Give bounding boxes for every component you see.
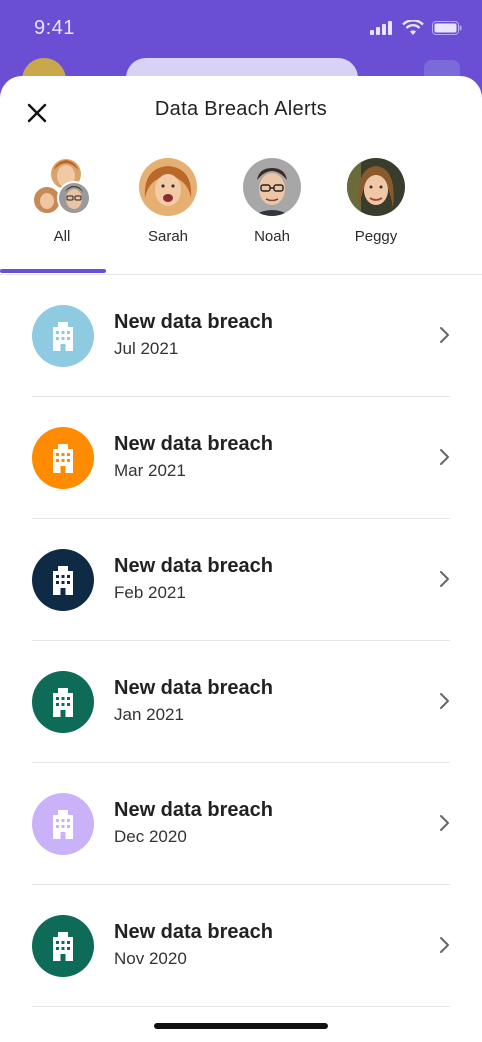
chevron-right-icon bbox=[436, 935, 452, 955]
battery-icon bbox=[432, 21, 462, 35]
signal-icon bbox=[370, 21, 392, 35]
tab-sarah[interactable]: Sarah bbox=[116, 152, 220, 270]
alert-date: Nov 2020 bbox=[114, 949, 187, 968]
alert-title: New data breach bbox=[114, 433, 273, 455]
alert-date: Feb 2021 bbox=[114, 583, 186, 602]
alert-icon-disc bbox=[32, 549, 94, 611]
alert-row[interactable]: New data breach Nov 2020 bbox=[0, 885, 482, 1007]
alert-date: Mar 2021 bbox=[114, 461, 186, 480]
alert-title: New data breach bbox=[114, 799, 273, 821]
tab-label: Noah bbox=[254, 228, 290, 245]
building-icon bbox=[53, 444, 73, 473]
alert-date: Jan 2021 bbox=[114, 705, 184, 724]
building-icon bbox=[53, 322, 73, 351]
tab-noah[interactable]: Noah bbox=[220, 152, 324, 270]
wifi-icon bbox=[402, 20, 424, 35]
chevron-right-icon bbox=[436, 325, 452, 345]
alert-date: Jul 2021 bbox=[114, 339, 179, 358]
alerts-list: New data breach Jul 2021 New data breach Ma… bbox=[0, 275, 482, 1007]
chevron-right-icon bbox=[436, 569, 452, 589]
alert-row[interactable]: New data breach Jul 2021 bbox=[0, 275, 482, 397]
status-icons bbox=[370, 20, 462, 36]
alert-icon-disc bbox=[32, 915, 94, 977]
building-icon bbox=[53, 688, 73, 717]
alert-title: New data breach bbox=[114, 921, 273, 943]
alert-row[interactable]: New data breach Mar 2021 bbox=[0, 397, 482, 519]
building-icon bbox=[53, 566, 73, 595]
alert-title: New data breach bbox=[114, 311, 273, 333]
building-icon bbox=[53, 810, 73, 839]
building-icon bbox=[53, 932, 73, 961]
chevron-right-icon bbox=[436, 691, 452, 711]
sheet-title: Data Breach Alerts bbox=[154, 98, 328, 120]
alert-icon-disc bbox=[32, 427, 94, 489]
tab-label: All bbox=[53, 228, 71, 245]
alerts-sheet: Data Breach Alerts All Sarah Noah Peggy … bbox=[0, 76, 482, 1042]
alert-title: New data breach bbox=[114, 677, 273, 699]
alert-icon-disc bbox=[32, 305, 94, 367]
chevron-right-icon bbox=[436, 447, 452, 467]
group-avatar bbox=[32, 156, 94, 218]
status-time: 9:41 bbox=[34, 17, 75, 39]
selected-tab-indicator bbox=[0, 269, 106, 273]
tab-peggy[interactable]: Peggy bbox=[324, 152, 428, 270]
alert-icon-disc bbox=[32, 671, 94, 733]
avatar bbox=[139, 158, 197, 216]
alert-row[interactable]: New data breach Jan 2021 bbox=[0, 641, 482, 763]
avatar bbox=[347, 158, 405, 216]
alert-title: New data breach bbox=[114, 555, 273, 577]
alert-row[interactable]: New data breach Dec 2020 bbox=[0, 763, 482, 885]
tab-label: Sarah bbox=[147, 228, 189, 245]
home-indicator bbox=[154, 1023, 328, 1029]
alert-row[interactable]: New data breach Feb 2021 bbox=[0, 519, 482, 641]
alert-icon-disc bbox=[32, 793, 94, 855]
alert-date: Dec 2020 bbox=[114, 827, 187, 846]
profile-tabs: All Sarah Noah Peggy bbox=[0, 152, 482, 276]
avatar bbox=[243, 158, 301, 216]
tab-label: Peggy bbox=[354, 228, 398, 245]
tab-all[interactable]: All bbox=[10, 152, 114, 270]
chevron-right-icon bbox=[436, 813, 452, 833]
